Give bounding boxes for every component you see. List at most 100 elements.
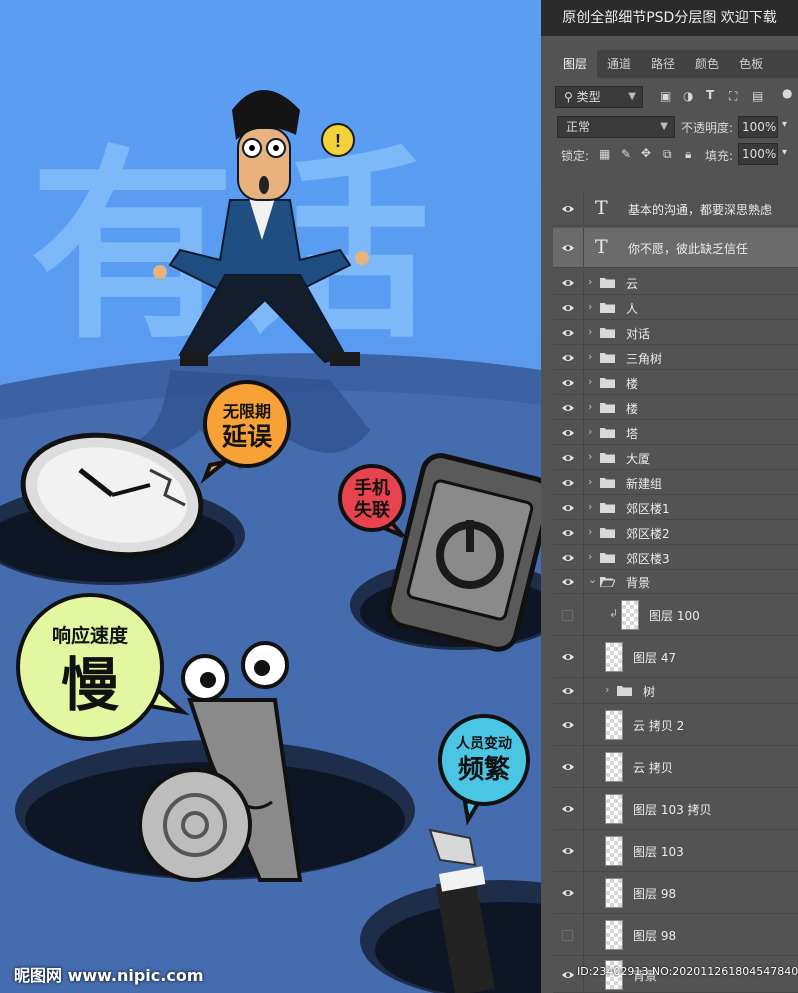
chevron-right-icon[interactable]: › [588, 300, 592, 313]
chevron-down-icon[interactable]: ▾ [782, 147, 787, 158]
eye-icon[interactable] [561, 553, 575, 563]
layer-row[interactable]: › 郊区楼1 [553, 495, 798, 520]
chevron-down-icon[interactable]: ▾ [782, 119, 787, 130]
chevron-right-icon[interactable]: › [588, 425, 592, 438]
layer-name: 人 [626, 301, 639, 316]
chevron-right-icon[interactable]: › [588, 525, 592, 538]
lock-brush-icon[interactable]: ✎ [621, 147, 631, 161]
chevron-right-icon[interactable]: › [588, 375, 592, 388]
eye-icon[interactable] [561, 353, 575, 363]
opacity-input[interactable]: 100% [738, 116, 778, 138]
type-filter-icon[interactable]: T [706, 88, 714, 102]
layer-row[interactable]: 云 拷贝 2 [553, 704, 798, 746]
chevron-right-icon[interactable]: › [588, 275, 592, 288]
chevron-right-icon[interactable]: › [588, 325, 592, 338]
lock-transparent-icon[interactable]: ▦ [599, 147, 610, 161]
eye-icon[interactable] [561, 652, 575, 662]
folder-open-icon [599, 576, 616, 588]
eye-icon[interactable] [561, 403, 575, 413]
column-divider [583, 395, 584, 419]
smart-object-filter-icon[interactable]: ▤ [752, 89, 763, 103]
layer-row[interactable]: 图层 47 [553, 636, 798, 678]
lock-move-icon[interactable]: ✥ [641, 146, 651, 160]
layer-row[interactable]: › 云 [553, 270, 798, 295]
tab-0[interactable]: 图层 [553, 50, 598, 78]
layer-row[interactable]: 图层 103 [553, 830, 798, 872]
chevron-right-icon[interactable]: › [588, 400, 592, 413]
layer-name: 三角树 [626, 351, 663, 366]
tab-3[interactable]: 颜色 [685, 50, 729, 78]
panel-tabs: 图层 通道 路径 颜色 色板 [553, 50, 798, 78]
eye-icon[interactable] [561, 846, 575, 856]
eye-icon[interactable] [561, 303, 575, 313]
visibility-toggle[interactable] [562, 930, 573, 941]
eye-icon[interactable] [561, 428, 575, 438]
eye-icon[interactable] [561, 970, 575, 980]
layer-row[interactable]: › 楼 [553, 370, 798, 395]
eye-icon[interactable] [561, 243, 575, 253]
layer-row[interactable]: 云 拷贝 [553, 746, 798, 788]
column-divider [583, 678, 584, 703]
chevron-right-icon[interactable]: › [588, 550, 592, 563]
kind-filter-select[interactable]: ⚲ 类型 ▼ [555, 86, 643, 108]
chevron-right-icon[interactable]: › [588, 475, 592, 488]
eye-icon[interactable] [561, 204, 575, 214]
adjustment-filter-icon[interactable]: ◑ [683, 89, 693, 103]
eye-icon[interactable] [561, 686, 575, 696]
eye-icon[interactable] [561, 278, 575, 288]
eye-icon[interactable] [561, 577, 575, 587]
layer-row[interactable]: ⌄ 背景 [553, 570, 798, 594]
folder-icon [617, 685, 632, 696]
chevron-right-icon[interactable]: › [605, 683, 609, 696]
shape-filter-icon[interactable]: ⛶ [729, 89, 737, 104]
layer-row[interactable]: › 大厦 [553, 445, 798, 470]
layer-name: 塔 [626, 426, 639, 441]
lock-all-icon[interactable]: 🔒︎ [685, 147, 691, 162]
chevron-right-icon[interactable]: › [588, 350, 592, 363]
layer-row[interactable]: › 三角树 [553, 345, 798, 370]
layer-row[interactable]: ↲ 图层 100 [553, 594, 798, 636]
chevron-down-icon[interactable]: ⌄ [588, 573, 597, 586]
eye-icon[interactable] [561, 804, 575, 814]
layer-row[interactable]: › 人 [553, 295, 798, 320]
tab-4[interactable]: 色板 [729, 50, 773, 78]
layer-row[interactable]: › 塔 [553, 420, 798, 445]
layer-row[interactable]: › 对话 [553, 320, 798, 345]
chevron-right-icon[interactable]: › [588, 450, 592, 463]
blend-mode-select[interactable]: 正常 ▼ [557, 116, 675, 138]
lock-label: 锁定: [561, 149, 590, 163]
eye-icon[interactable] [561, 720, 575, 730]
eye-icon[interactable] [561, 378, 575, 388]
eye-icon[interactable] [561, 762, 575, 772]
eye-icon[interactable] [561, 453, 575, 463]
tab-2[interactable]: 路径 [641, 50, 685, 78]
eye-icon[interactable] [561, 503, 575, 513]
column-divider [583, 746, 584, 787]
filter-toggle-icon[interactable]: ● [782, 86, 792, 100]
layer-row[interactable]: › 郊区楼3 [553, 545, 798, 570]
image-filter-icon[interactable]: ▣ [660, 89, 671, 103]
fill-input[interactable]: 100% [738, 143, 778, 165]
text-layer-icon: T [595, 236, 608, 258]
eye-icon[interactable] [561, 478, 575, 488]
folder-icon [600, 477, 615, 488]
layer-row[interactable]: › 楼 [553, 395, 798, 420]
tab-1[interactable]: 通道 [597, 50, 641, 78]
layer-row[interactable]: 图层 103 拷贝 [553, 788, 798, 830]
layer-row[interactable]: T 基本的沟通，都要深思熟虑 [553, 192, 798, 226]
layer-row[interactable]: T 你不愿，彼此缺乏信任 [553, 228, 798, 268]
layer-row[interactable]: 图层 98 [553, 914, 798, 956]
lock-artboard-icon[interactable]: ⧉ [663, 147, 672, 162]
visibility-toggle[interactable] [562, 610, 573, 621]
eye-icon[interactable] [561, 528, 575, 538]
layer-thumbnail [605, 878, 623, 908]
folder-icon [600, 402, 615, 413]
chevron-right-icon[interactable]: › [588, 500, 592, 513]
eye-icon[interactable] [561, 328, 575, 338]
layer-row[interactable]: 图层 98 [553, 872, 798, 914]
layer-name: 郊区楼1 [626, 501, 670, 516]
layer-row[interactable]: › 新建组 [553, 470, 798, 495]
layer-row[interactable]: › 树 [553, 678, 798, 704]
eye-icon[interactable] [561, 888, 575, 898]
layer-row[interactable]: › 郊区楼2 [553, 520, 798, 545]
